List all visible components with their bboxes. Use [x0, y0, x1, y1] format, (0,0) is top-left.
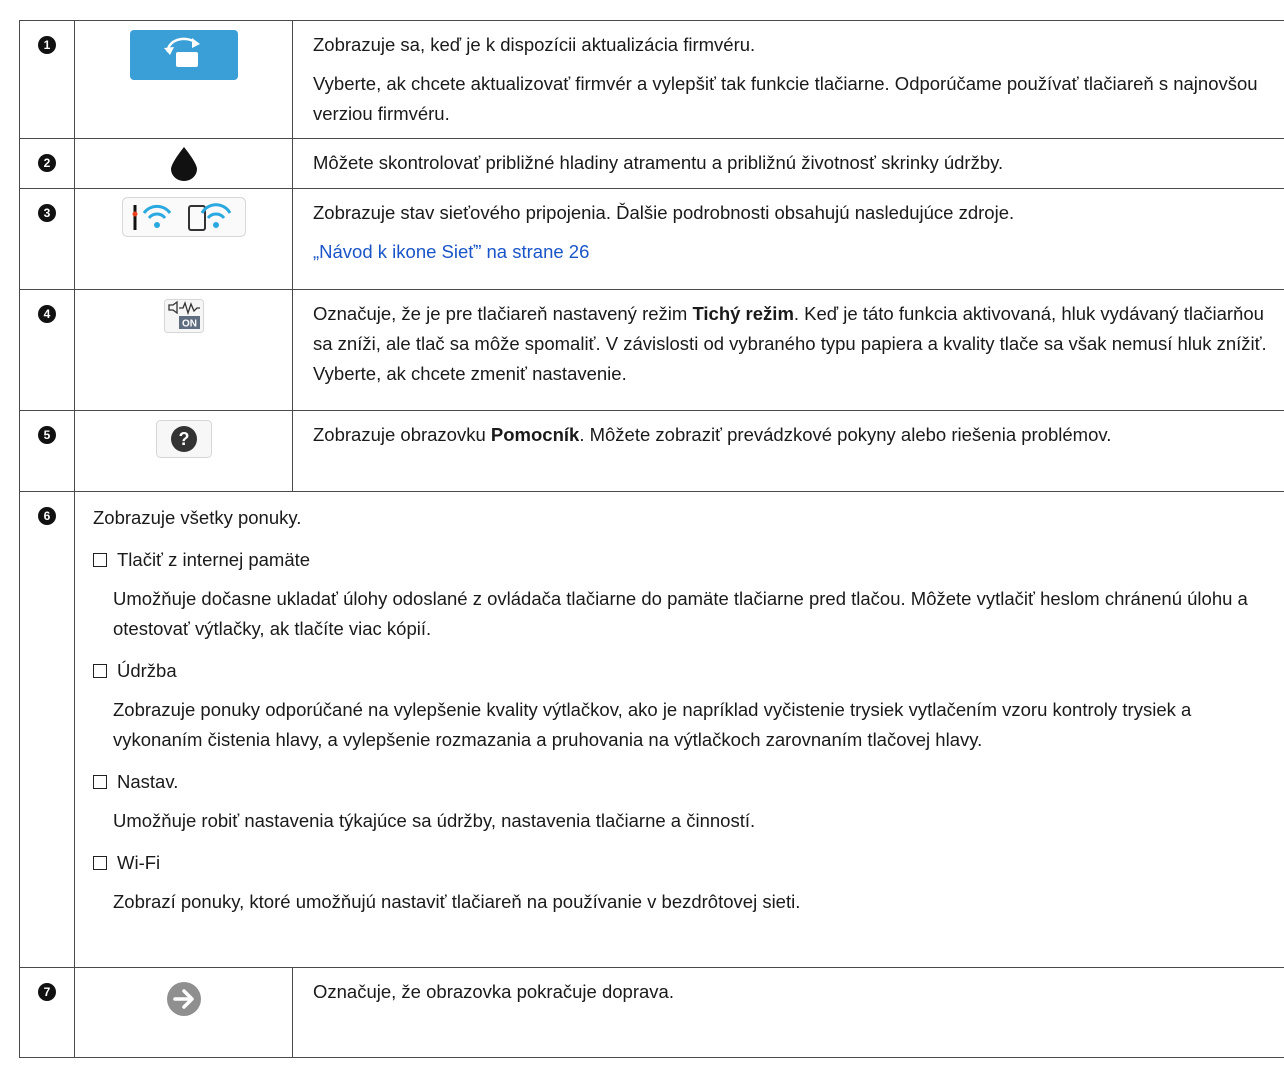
menu-lead-text: Zobrazuje všetky ponuky. — [93, 507, 302, 528]
list-item-description: Umožňuje robiť nastavenia týkajúce sa úd… — [113, 810, 756, 831]
bullet-box-icon — [93, 775, 107, 789]
table-row: 6 Zobrazuje všetky ponuky. Tlačiť z inte… — [19, 491, 1284, 968]
icon-description-table: 1 Zobrazuje sa, keď je k dispozícii aktu… — [19, 20, 1284, 1058]
table-row: 1 Zobrazuje sa, keď je k dispozícii aktu… — [19, 20, 1284, 139]
bullet-box-icon — [93, 664, 107, 678]
network-status-icon — [121, 197, 246, 237]
quiet-mode-on-label: ON — [182, 319, 197, 330]
table-row: 3 Zobrazuje stav sieťového pripojenia. Ď… — [19, 188, 1284, 290]
table-row: 7 Označuje, že obrazovka pokračuje dopra… — [19, 967, 1284, 1058]
list-item: Tlačiť z internej pamäte — [93, 545, 1284, 575]
list-item-description: Umožňuje dočasne ukladať úlohy odoslané … — [113, 588, 1248, 639]
list-item: Nastav. — [93, 767, 1284, 797]
list-item-description: Zobrazí ponuky, ktoré umožňujú nastaviť … — [113, 891, 801, 912]
row-text: Zobrazuje obrazovku Pomocník. Môžete zob… — [313, 424, 1112, 445]
list-item: Údržba — [93, 656, 1284, 686]
list-item: Wi-Fi — [93, 848, 1284, 878]
bullet-box-icon — [93, 856, 107, 870]
help-icon-glyph: ? — [178, 429, 189, 449]
row-number: 6 — [38, 507, 56, 525]
help-icon: ? — [155, 420, 212, 458]
row-text: Môžete skontrolovať približné hladiny at… — [313, 152, 1004, 173]
row-number: 1 — [38, 36, 56, 54]
row-text: Zobrazuje stav sieťového pripojenia. Ďal… — [313, 202, 1015, 223]
network-guide-link[interactable]: „Návod k ikone Sieť” na strane 26 — [313, 241, 589, 262]
row-number: 5 — [38, 426, 56, 444]
quiet-mode-icon: ON — [163, 299, 204, 333]
table-row: 2 Môžete skontrolovať približné hladiny … — [19, 138, 1284, 189]
row-text: Označuje, že je pre tlačiareň nastavený … — [313, 303, 1267, 384]
list-item-description: Zobrazuje ponuky odporúčané na vylepšeni… — [113, 699, 1192, 750]
row-number: 7 — [38, 983, 56, 1001]
row-text: Zobrazuje sa, keď je k dispozícii aktual… — [313, 34, 756, 55]
row-text: Označuje, že obrazovka pokračuje doprava… — [313, 981, 674, 1002]
bullet-box-icon — [93, 553, 107, 567]
ink-drop-icon — [170, 147, 197, 181]
row-number: 3 — [38, 204, 56, 222]
row-text: Vyberte, ak chcete aktualizovať firmvér … — [313, 73, 1258, 124]
table-row: 5 ? Zobrazuje obrazovku Pomocník. Môžete… — [19, 410, 1284, 492]
row-number: 2 — [38, 154, 56, 172]
table-row: 4 ON Označuje, že je pre tlačiareň nasta… — [19, 289, 1284, 411]
firmware-update-icon — [129, 30, 238, 80]
row-number: 4 — [38, 305, 56, 323]
arrow-right-icon — [166, 981, 202, 1017]
